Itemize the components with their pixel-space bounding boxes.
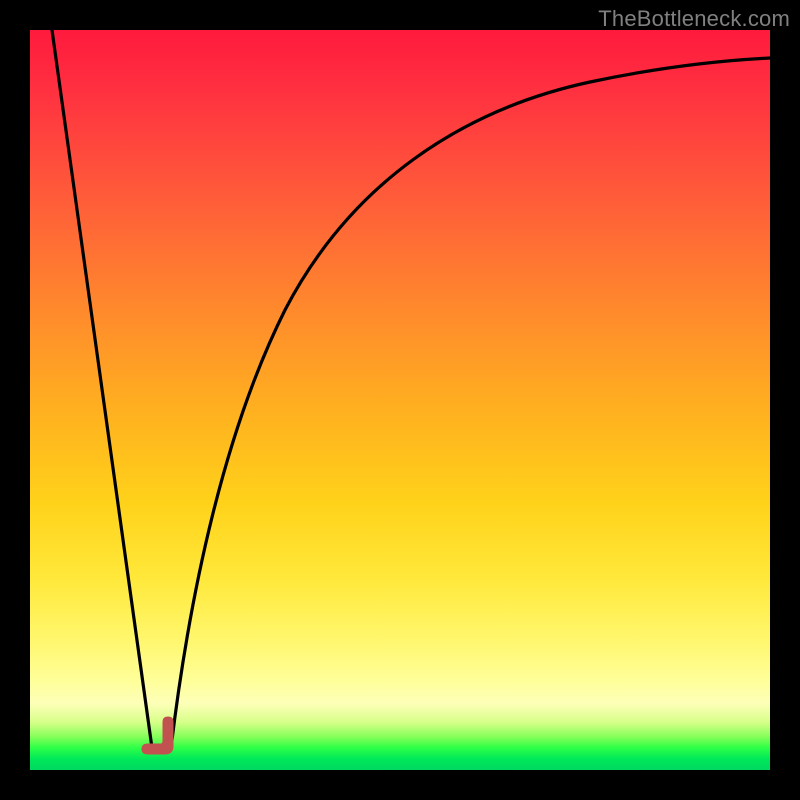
vertex-marker (142, 717, 173, 754)
chart-frame: TheBottleneck.com (0, 0, 800, 800)
watermark-text: TheBottleneck.com (598, 6, 790, 32)
left-descending-line (52, 30, 152, 748)
chart-svg (30, 30, 770, 770)
plot-area (30, 30, 770, 770)
right-rising-curve (171, 58, 770, 748)
